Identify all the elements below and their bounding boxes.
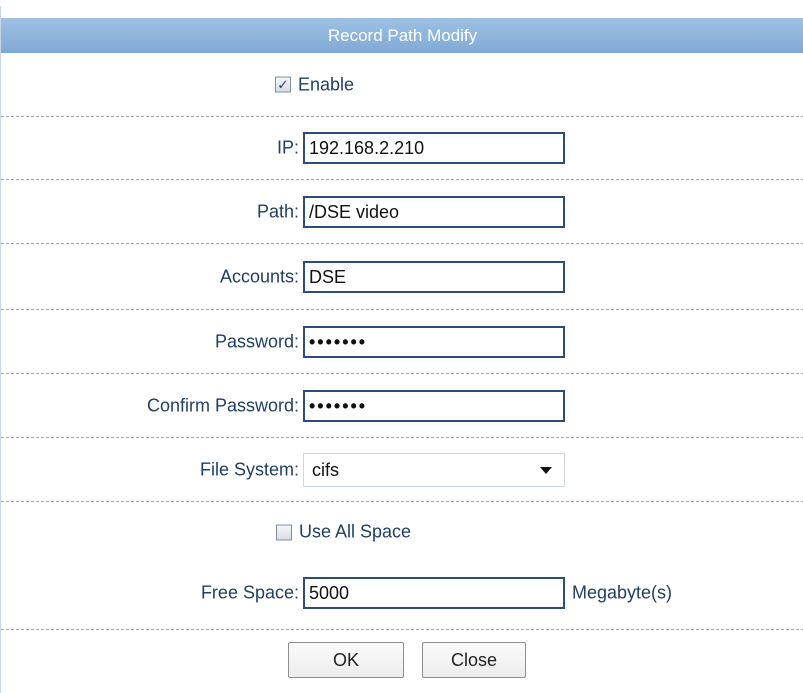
enable-checkbox-icon[interactable]: ✓: [275, 76, 291, 93]
dialog-title: Record Path Modify: [1, 18, 803, 53]
password-input[interactable]: •••••••: [303, 325, 565, 358]
enable-checkbox-wrap[interactable]: ✓ Enable: [275, 74, 354, 95]
path-row: Path: /DSE video: [1, 180, 803, 244]
use-all-space-checkbox-wrap[interactable]: Use All Space: [276, 522, 411, 543]
ip-label: IP:: [276, 137, 299, 158]
confirm-password-label: Confirm Password:: [146, 395, 299, 415]
close-button[interactable]: Close: [422, 642, 526, 678]
path-input[interactable]: /DSE video: [303, 195, 565, 228]
accounts-input[interactable]: DSE: [303, 260, 565, 293]
space-row: Use All Space Free Space: 5000 Megabyte(…: [1, 502, 803, 630]
confirm-password-row: Confirm Password: •••••••: [1, 374, 803, 438]
password-label: Password:: [214, 331, 299, 351]
enable-label: Enable: [298, 74, 355, 94]
path-label: Path:: [256, 201, 299, 221]
record-path-modify-dialog: Record Path Modify ✓ Enable IP: 192.168.…: [0, 6, 803, 693]
use-all-space-label: Use All Space: [299, 521, 412, 542]
password-row: Password: •••••••: [1, 310, 803, 374]
unchecked-checkbox-icon[interactable]: [276, 524, 292, 540]
file-system-select[interactable]: cifs: [303, 452, 565, 487]
ok-button[interactable]: OK: [288, 642, 404, 678]
free-space-label: Free Space:: [200, 582, 299, 603]
accounts-label: Accounts:: [219, 266, 299, 286]
free-space-input[interactable]: 5000: [303, 577, 565, 609]
accounts-row: Accounts: DSE: [1, 244, 803, 310]
enable-row: ✓ Enable: [1, 53, 803, 117]
ip-input[interactable]: 192.168.2.210: [303, 132, 565, 164]
file-system-row: File System: cifs: [1, 438, 803, 502]
ip-row: IP: 192.168.2.210: [1, 117, 803, 180]
free-space-unit: Megabyte(s): [572, 582, 673, 603]
file-system-selected-value: cifs: [312, 459, 339, 480]
file-system-label: File System:: [199, 459, 299, 479]
chevron-down-icon[interactable]: [540, 466, 552, 474]
confirm-password-input[interactable]: •••••••: [303, 389, 565, 422]
